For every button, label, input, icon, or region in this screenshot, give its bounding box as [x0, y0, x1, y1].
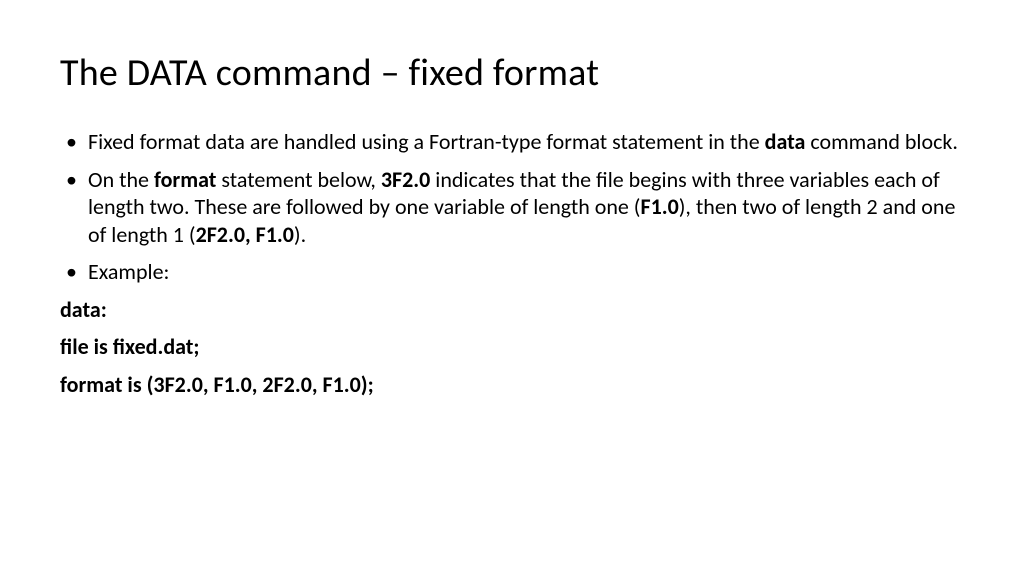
keyword-2f20-f10: 2F2.0, F1.0 [196, 221, 294, 248]
text: Fixed format data are handled using a Fo… [88, 128, 765, 155]
bullet-item: On the format statement below, 3F2.0 ind… [60, 166, 964, 249]
text: Example: [88, 258, 169, 285]
bullet-item: Example: [60, 258, 964, 286]
text: On the [88, 166, 154, 193]
bullet-item: Fixed format data are handled using a Fo… [60, 128, 964, 156]
keyword-3f20: 3F2.0 [381, 166, 430, 193]
keyword-f10: F1.0 [640, 193, 678, 220]
keyword-format: format [154, 166, 216, 193]
slide-title: The DATA command – fixed format [60, 50, 964, 96]
code-line: file is fixed.dat; [60, 333, 964, 361]
text: ). [294, 221, 306, 248]
code-line: format is (3F2.0, F1.0, 2F2.0, F1.0); [60, 371, 964, 399]
text: statement below, [216, 166, 380, 193]
code-line: data: [60, 296, 964, 324]
keyword-data: data [765, 128, 806, 155]
bullet-list: Fixed format data are handled using a Fo… [60, 128, 964, 286]
slide: The DATA command – fixed format Fixed fo… [0, 0, 1024, 576]
text: command block. [805, 128, 958, 155]
code-block: data: file is fixed.dat; format is (3F2.… [60, 296, 964, 399]
